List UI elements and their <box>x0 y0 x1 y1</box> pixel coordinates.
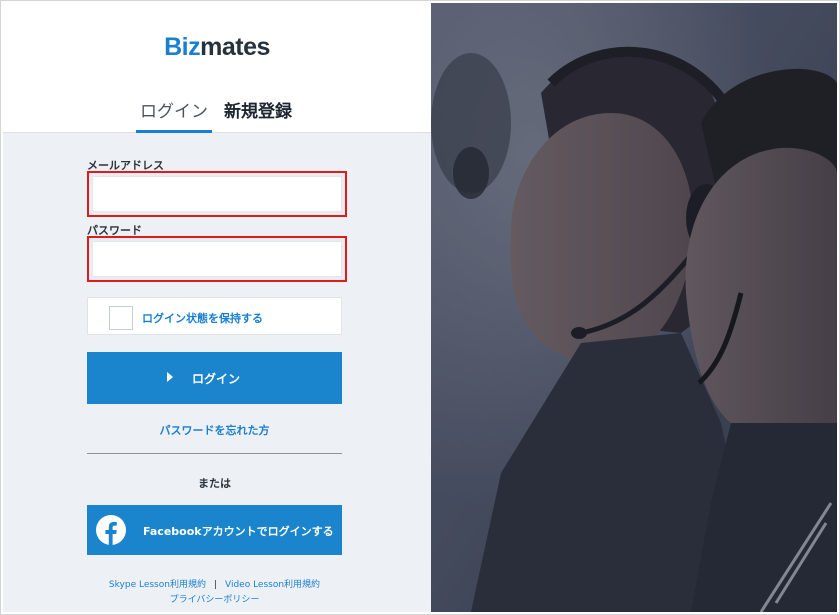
login-button-label: ログイン <box>192 372 241 386</box>
or-text: または <box>198 477 231 490</box>
logo-part-mates: mates <box>200 33 270 61</box>
email-field[interactable] <box>92 176 342 212</box>
call-center-agents-image <box>431 3 837 612</box>
video-terms-link[interactable]: Video Lesson利用規約 <box>225 580 320 590</box>
remember-checkbox[interactable] <box>109 306 133 330</box>
privacy-policy-link[interactable]: プライバシーポリシー <box>170 595 260 605</box>
password-field-highlight <box>87 236 347 282</box>
facebook-login-button[interactable]: Facebookアカウントでログインする <box>87 505 342 555</box>
tab-signup[interactable]: 新規登録 <box>224 97 292 133</box>
login-panel: Bizmates ログイン 新規登録 メールアドレス パスワード ログイン状態を… <box>3 3 431 612</box>
login-button[interactable]: ログイン <box>87 352 342 404</box>
tab-login[interactable]: ログイン <box>136 97 212 133</box>
divider <box>87 453 342 454</box>
auth-tabs: ログイン 新規登録 <box>3 97 431 133</box>
facebook-button-label: Facebookアカウントでログインする <box>143 525 334 538</box>
remember-login-toggle[interactable]: ログイン状態を保持する <box>87 297 342 335</box>
email-field-highlight <box>87 171 347 217</box>
footer-separator: | <box>213 580 217 590</box>
footer-links: Skype Lesson利用規約 | Video Lesson利用規約 <box>87 577 342 590</box>
forgot-password-link[interactable]: パスワードを忘れた方 <box>87 422 342 438</box>
password-field[interactable] <box>92 241 342 277</box>
play-arrow-icon <box>167 372 173 382</box>
hero-photo <box>431 3 837 612</box>
bizmates-logo[interactable]: Bizmates <box>3 33 431 62</box>
remember-label: ログイン状態を保持する <box>142 312 263 325</box>
footer-privacy: プライバシーポリシー <box>87 592 342 605</box>
login-header: Bizmates ログイン 新規登録 <box>3 3 431 133</box>
logo-part-biz: Biz <box>164 33 201 61</box>
skype-terms-link[interactable]: Skype Lesson利用規約 <box>109 580 206 590</box>
facebook-icon <box>96 515 126 545</box>
